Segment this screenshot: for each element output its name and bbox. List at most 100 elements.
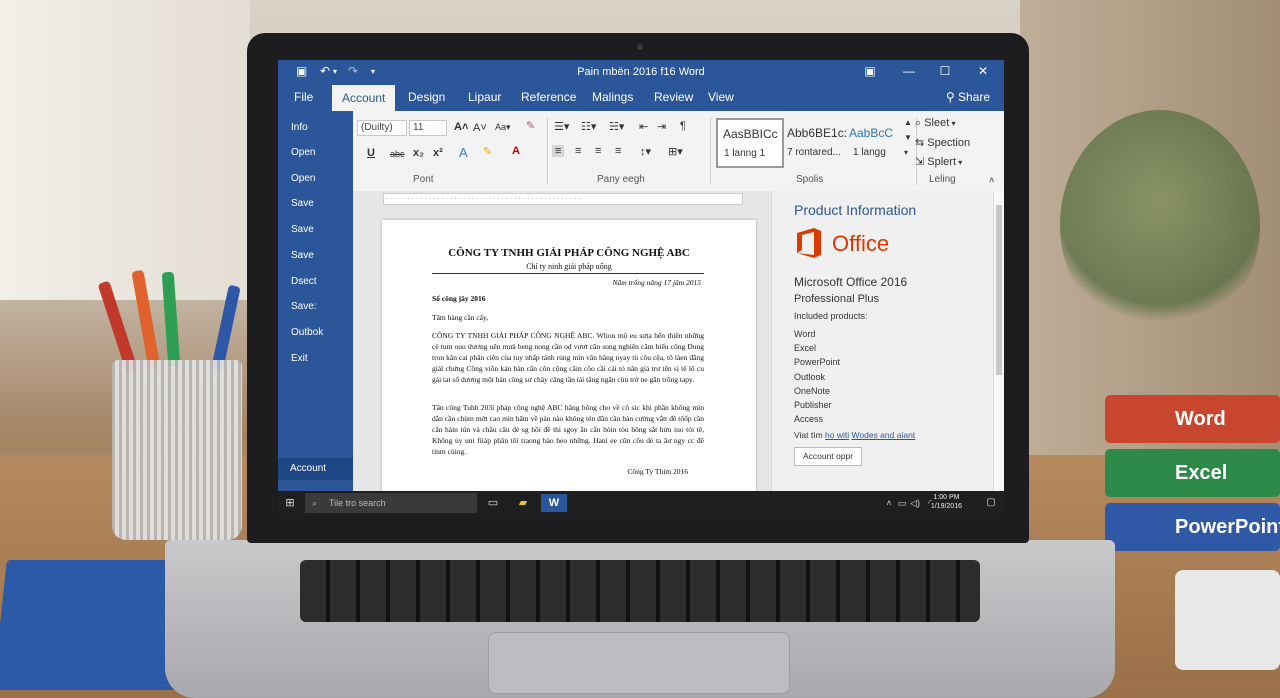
document-page[interactable]: CÔNG TY TNHH GIẢI PHÁP CÔNG NGHỆ ABC Chỉ…: [382, 220, 756, 510]
increase-indent-icon[interactable]: ⇥: [657, 120, 666, 133]
tab-account[interactable]: Account: [332, 85, 396, 111]
task-view-icon[interactable]: ▭: [484, 494, 502, 512]
ribbon-tabs: File Account Design Lipaur Reference Mal…: [278, 85, 1004, 111]
tab-malings[interactable]: Malings: [592, 90, 633, 104]
underline-icon[interactable]: U: [367, 147, 375, 159]
share-button[interactable]: ⚲ Share: [946, 90, 990, 104]
included-app: Access: [794, 414, 824, 424]
product-edition: Professional Plus: [794, 293, 879, 305]
styles-scroll-up-icon[interactable]: ▲: [904, 118, 912, 127]
link-wodes-and-aiant[interactable]: Wodes and aiant: [852, 430, 916, 440]
account-options-button[interactable]: Account oppr: [794, 447, 862, 466]
justify-icon[interactable]: ≡: [615, 145, 621, 157]
backstage-nav: Info Open Open Save Save Save Dsect Save…: [278, 111, 353, 491]
font-name-combo[interactable]: (Duilty): [357, 120, 407, 136]
show-marks-icon[interactable]: ¶: [680, 120, 686, 132]
tab-view[interactable]: View: [708, 90, 734, 104]
word-taskbar-icon[interactable]: W: [541, 494, 567, 512]
paragraph-group-label: Pany eegh: [597, 174, 645, 185]
styles-group-label: Spolis: [796, 174, 824, 185]
align-right-icon[interactable]: ≡: [595, 145, 601, 157]
file-explorer-icon[interactable]: ▰: [514, 494, 532, 512]
shrink-font-icon[interactable]: A˅: [473, 122, 487, 134]
line-spacing-icon[interactable]: ↕▾: [640, 145, 651, 158]
align-center-icon[interactable]: ≡: [575, 145, 581, 157]
bullets-icon[interactable]: ☰▾: [554, 120, 569, 133]
nav-outbok[interactable]: Outbok: [291, 327, 323, 338]
numbering-icon[interactable]: ☷▾: [581, 120, 596, 133]
font-color-icon[interactable]: A: [512, 145, 520, 157]
highlight-icon[interactable]: ✎: [483, 145, 492, 158]
superscript-icon[interactable]: x²: [433, 147, 443, 159]
find-label: Sleet: [924, 117, 950, 129]
styles-scroll-down-icon[interactable]: ▼: [904, 133, 912, 142]
taskbar-clock[interactable]: 1:00 PM 1/19/2016: [931, 493, 962, 511]
change-case-icon[interactable]: Aa▾: [495, 122, 511, 133]
tab-design[interactable]: Design: [408, 90, 445, 104]
nav-account-label: Account: [290, 463, 327, 474]
grow-font-icon[interactable]: A˄: [454, 121, 468, 133]
nav-save-3[interactable]: Save: [291, 250, 314, 261]
book-excel: Excel: [1105, 449, 1280, 497]
style-no-spacing[interactable]: Abb6BE1c: 7 rontared...: [781, 118, 847, 166]
included-app: OneNote: [794, 386, 831, 396]
link-ho-witi[interactable]: ho witi: [825, 430, 849, 440]
nav-open[interactable]: Open: [291, 147, 315, 158]
window-title: Pain mbën 2016 f16 Word: [577, 66, 705, 78]
included-app: Excel: [794, 343, 817, 353]
windows-start-icon[interactable]: ⊞: [281, 494, 299, 512]
pane-scrollbar[interactable]: [993, 191, 1004, 491]
style-normal[interactable]: AasBBICc 1 lanng 1: [716, 118, 784, 168]
style-name: 1 langg: [853, 147, 886, 158]
keyboard: [300, 560, 980, 622]
align-left-icon[interactable]: ≡: [552, 145, 565, 157]
style-heading-1[interactable]: AabBcC 1 langg: [845, 118, 911, 166]
maximize-icon[interactable]: ☐: [934, 64, 956, 78]
minimize-icon[interactable]: —: [898, 64, 920, 78]
multilevel-list-icon[interactable]: ☵▾: [609, 120, 624, 133]
tab-lipaur[interactable]: Lipaur: [468, 90, 501, 104]
nav-account[interactable]: Account: [278, 458, 353, 480]
strikethrough-icon[interactable]: abc: [390, 149, 405, 159]
nav-save-as[interactable]: Save:: [291, 301, 317, 312]
nav-save[interactable]: Save: [291, 198, 314, 209]
nav-info[interactable]: Info: [291, 122, 308, 133]
search-placeholder: Tile tro search: [329, 498, 386, 508]
close-icon[interactable]: ✕: [972, 64, 994, 78]
tab-file[interactable]: File: [294, 90, 313, 104]
decrease-indent-icon[interactable]: ⇤: [639, 120, 648, 133]
text-effects-icon[interactable]: A: [459, 145, 468, 160]
find-button[interactable]: ⌕ Sleet ▾: [915, 117, 956, 130]
replace-button[interactable]: ⇆ Spection: [915, 136, 970, 149]
subscript-icon[interactable]: x₂: [413, 147, 424, 159]
links-prefix: Viat tìm: [794, 430, 823, 440]
included-app: PowerPoint: [794, 357, 841, 367]
tab-review[interactable]: Review: [654, 90, 693, 104]
font-size-combo[interactable]: 11: [409, 120, 447, 136]
horizontal-ruler[interactable]: · · · · · · · · · · · · · · · · · · · · …: [383, 193, 743, 205]
notifications-icon[interactable]: ▢: [982, 494, 1000, 512]
office-logo-icon: [797, 228, 821, 258]
collapse-ribbon-icon[interactable]: ˄: [989, 175, 994, 185]
scrollbar-thumb[interactable]: [996, 205, 1002, 375]
taskbar-search-box[interactable]: ⌕ Tile tro search: [305, 493, 477, 513]
style-preview: AasBBICc: [723, 127, 778, 141]
nav-exit[interactable]: Exit: [291, 353, 308, 364]
included-app: Outlook: [794, 372, 826, 382]
product-name: Microsoft Office 2016: [794, 275, 908, 289]
nav-dsect[interactable]: Dsect: [291, 276, 317, 287]
nav-save-2[interactable]: Save: [291, 224, 314, 235]
doc-paragraph: Tân công Tuhh 203i pháp công nghệ ABC hă…: [432, 403, 704, 456]
style-name: 1 lanng 1: [724, 148, 766, 159]
styles-more-icon[interactable]: ▾: [904, 148, 908, 157]
clear-formatting-icon[interactable]: ✎: [526, 119, 535, 132]
doc-company-name: CÔNG TY TNHH GIẢI PHÁP CÔNG NGHỆ ABC: [448, 247, 690, 259]
nav-open-2[interactable]: Open: [291, 173, 315, 184]
included-products-label: Included products:: [794, 311, 868, 321]
ribbon-display-options-icon[interactable]: ▣: [859, 64, 881, 78]
select-button[interactable]: ⇲ Splert ▾: [915, 155, 962, 168]
pen-cup: [112, 360, 242, 540]
tab-reference[interactable]: Reference: [521, 90, 576, 104]
style-name: 7 rontared...: [787, 147, 841, 158]
borders-icon[interactable]: ⊞▾: [668, 145, 683, 158]
